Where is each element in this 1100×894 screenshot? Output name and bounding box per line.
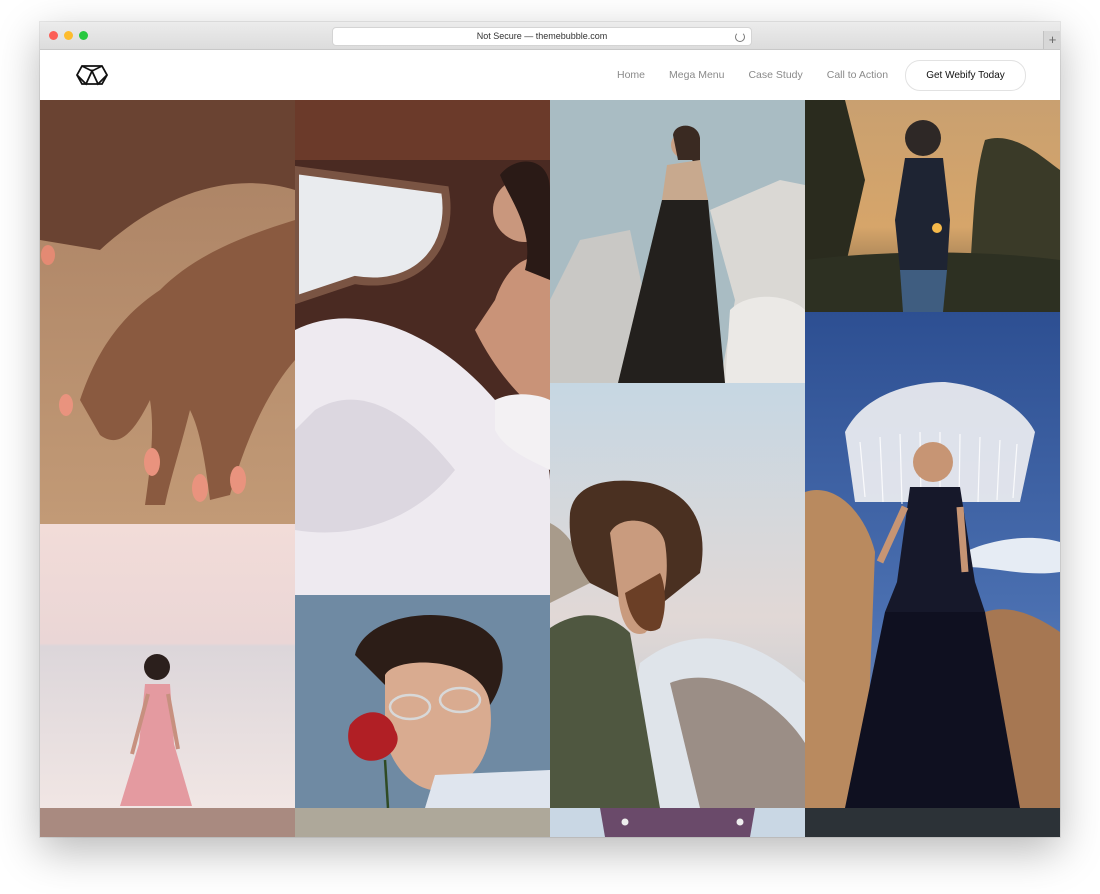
photo-woman-concrete[interactable] bbox=[550, 100, 805, 383]
maximize-window-icon[interactable] bbox=[79, 31, 88, 40]
photo-woman-umbrella-hat[interactable] bbox=[805, 312, 1060, 808]
photo-woman-sea[interactable] bbox=[40, 524, 295, 808]
photo-bearded-man[interactable] bbox=[550, 383, 805, 808]
photo-hand-sand[interactable] bbox=[40, 100, 295, 524]
nav-mega-menu[interactable]: Mega Menu bbox=[669, 69, 724, 81]
photo-gallery bbox=[40, 100, 1060, 837]
nav-home[interactable]: Home bbox=[617, 69, 645, 81]
photo-man-rose[interactable] bbox=[295, 595, 550, 808]
address-bar[interactable]: Not Secure — themebubble.com bbox=[332, 27, 752, 46]
minimize-window-icon[interactable] bbox=[64, 31, 73, 40]
browser-titlebar: Not Secure — themebubble.com + bbox=[40, 22, 1060, 50]
photo-partial-1[interactable] bbox=[40, 808, 295, 837]
browser-window: Not Secure — themebubble.com + Home Mega… bbox=[40, 22, 1060, 837]
close-window-icon[interactable] bbox=[49, 31, 58, 40]
get-webify-button[interactable]: Get Webify Today bbox=[905, 60, 1026, 91]
main-nav: Home Mega Menu Case Study Call to Action bbox=[617, 50, 912, 100]
photo-partial-2[interactable] bbox=[295, 808, 550, 837]
photo-partial-4[interactable] bbox=[805, 808, 1060, 837]
nav-call-to-action[interactable]: Call to Action bbox=[827, 69, 888, 81]
hexagon-mountain-logo-icon[interactable] bbox=[75, 64, 109, 86]
new-tab-button[interactable]: + bbox=[1043, 31, 1060, 49]
photo-bride-window[interactable] bbox=[295, 100, 550, 595]
address-text: Not Secure — themebubble.com bbox=[476, 31, 608, 41]
photo-woman-sunset[interactable] bbox=[805, 100, 1060, 312]
site-header: Home Mega Menu Case Study Call to Action… bbox=[40, 50, 1060, 100]
nav-case-study[interactable]: Case Study bbox=[748, 69, 802, 81]
reload-icon[interactable] bbox=[735, 32, 745, 42]
photo-partial-3[interactable] bbox=[550, 808, 805, 837]
